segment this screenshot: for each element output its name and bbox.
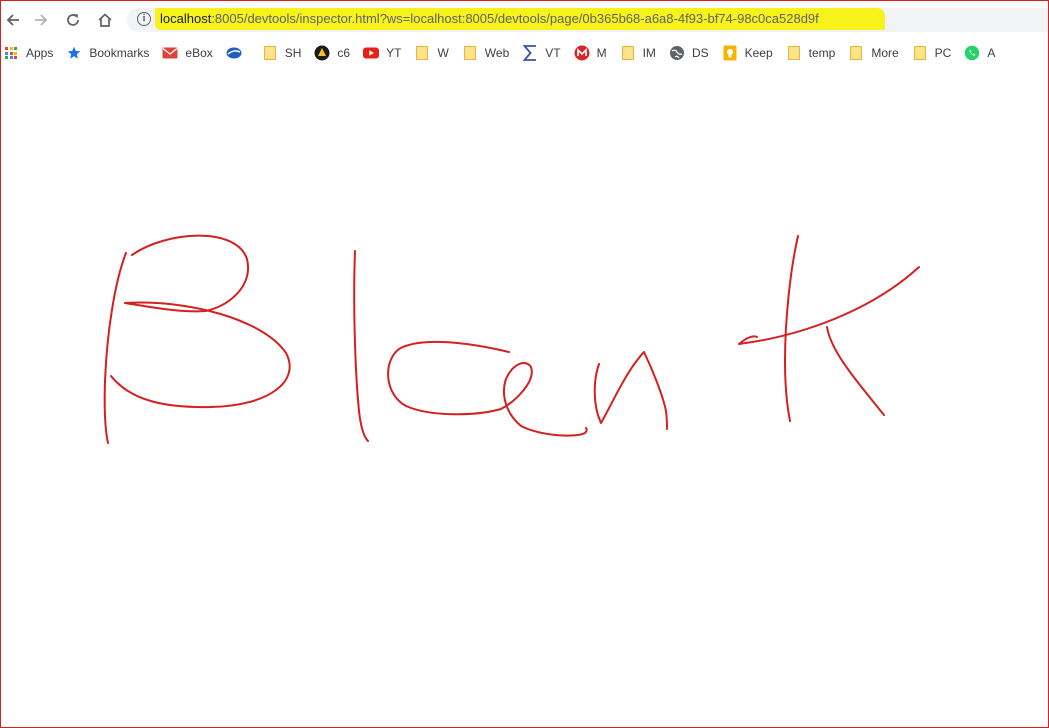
reload-button[interactable] — [61, 7, 85, 33]
url-path: :8005/devtools/inspector.html?ws=localho… — [211, 11, 819, 26]
browser-toolbar: i localhost:8005/devtools/inspector.html… — [1, 1, 1048, 39]
folder-icon — [462, 45, 478, 61]
letter-n — [593, 351, 668, 430]
url-text[interactable]: localhost:8005/devtools/inspector.html?w… — [160, 11, 819, 26]
swirl-logo-icon — [226, 45, 242, 61]
reload-icon — [67, 14, 79, 26]
folder-icon — [786, 45, 802, 61]
folder-icon — [620, 45, 636, 61]
back-button[interactable] — [1, 7, 25, 33]
star-icon — [66, 45, 82, 61]
bookmark-c6[interactable]: c6 — [308, 41, 357, 65]
sigma-icon — [522, 45, 538, 61]
bookmark-label: VT — [545, 46, 561, 60]
bookmark-keep[interactable]: Keep — [716, 41, 780, 65]
folder-icon — [848, 45, 864, 61]
whatsapp-icon — [964, 45, 980, 61]
c6-logo-icon — [314, 45, 330, 61]
bookmark-label: W — [437, 46, 449, 60]
bookmark-label: c6 — [337, 46, 351, 60]
bookmark-vt[interactable]: VT — [516, 41, 567, 65]
bookmark-ds[interactable]: DS — [663, 41, 716, 65]
bookmark-swirl[interactable] — [220, 41, 256, 65]
letter-b-lower-bowl — [110, 301, 291, 409]
handwritten-blank-drawing — [103, 234, 920, 444]
letter-k-leg — [826, 326, 885, 416]
page-content — [1, 67, 1048, 727]
bookmark-sh[interactable]: SH — [256, 41, 309, 65]
bookmark-ebox[interactable]: eBox — [156, 41, 219, 65]
bookmark-pc[interactable]: PC — [906, 41, 959, 65]
bookmark-w[interactable]: W — [408, 41, 455, 65]
bookmark-label: eBox — [185, 46, 213, 60]
bookmark-bookmarks[interactable]: Bookmarks — [60, 41, 156, 65]
arrow-right-icon — [35, 14, 48, 26]
bookmark-label: IM — [642, 46, 656, 60]
letter-b-upper-bowl — [124, 234, 249, 313]
address-bar[interactable]: i localhost:8005/devtools/inspector.html… — [127, 8, 1048, 32]
folder-icon — [262, 45, 278, 61]
folder-icon — [912, 45, 928, 61]
bookmark-im[interactable]: IM — [614, 41, 663, 65]
browser-window: i localhost:8005/devtools/inspector.html… — [0, 0, 1049, 728]
bookmark-label: Bookmarks — [89, 46, 150, 60]
letter-a — [387, 340, 588, 437]
bookmark-label: temp — [808, 46, 836, 60]
home-button[interactable] — [93, 7, 117, 33]
forward-button[interactable] — [29, 7, 53, 33]
url-host: localhost — [160, 11, 212, 26]
mail-icon — [162, 45, 178, 61]
bookmark-label: DS — [691, 46, 709, 60]
keep-icon — [722, 45, 738, 61]
letter-k-stem — [784, 235, 799, 422]
bookmarks-bar: Apps Bookmarks eBox SH c6 YT W Web VT M … — [1, 39, 1048, 67]
bookmark-label: More — [871, 46, 899, 60]
bookmark-label: SH — [284, 46, 302, 60]
bookmark-yt[interactable]: YT — [357, 41, 408, 65]
bookmark-web[interactable]: Web — [456, 41, 516, 65]
arrow-left-icon — [6, 14, 19, 26]
apps-grid-icon — [3, 45, 19, 61]
bookmark-label: M — [596, 46, 607, 60]
home-icon — [98, 13, 112, 27]
bookmark-a[interactable]: A — [958, 41, 1002, 65]
bookmark-m[interactable]: M — [568, 41, 614, 65]
letter-l — [353, 250, 369, 442]
bookmark-label: Keep — [744, 46, 773, 60]
bookmark-label: YT — [386, 46, 402, 60]
bookmark-label: A — [987, 46, 996, 60]
m-logo-icon — [574, 45, 590, 61]
folder-icon — [414, 45, 430, 61]
bookmark-label: Web — [484, 46, 510, 60]
info-icon[interactable]: i — [137, 12, 151, 26]
bookmark-temp[interactable]: temp — [780, 41, 843, 65]
bookmark-apps[interactable]: Apps — [1, 41, 60, 65]
globe-icon — [669, 45, 685, 61]
bookmark-more[interactable]: More — [842, 41, 905, 65]
letter-b-stem — [103, 252, 127, 444]
bookmark-label: Apps — [26, 46, 54, 60]
bookmark-label: PC — [934, 46, 952, 60]
youtube-icon — [363, 45, 380, 61]
